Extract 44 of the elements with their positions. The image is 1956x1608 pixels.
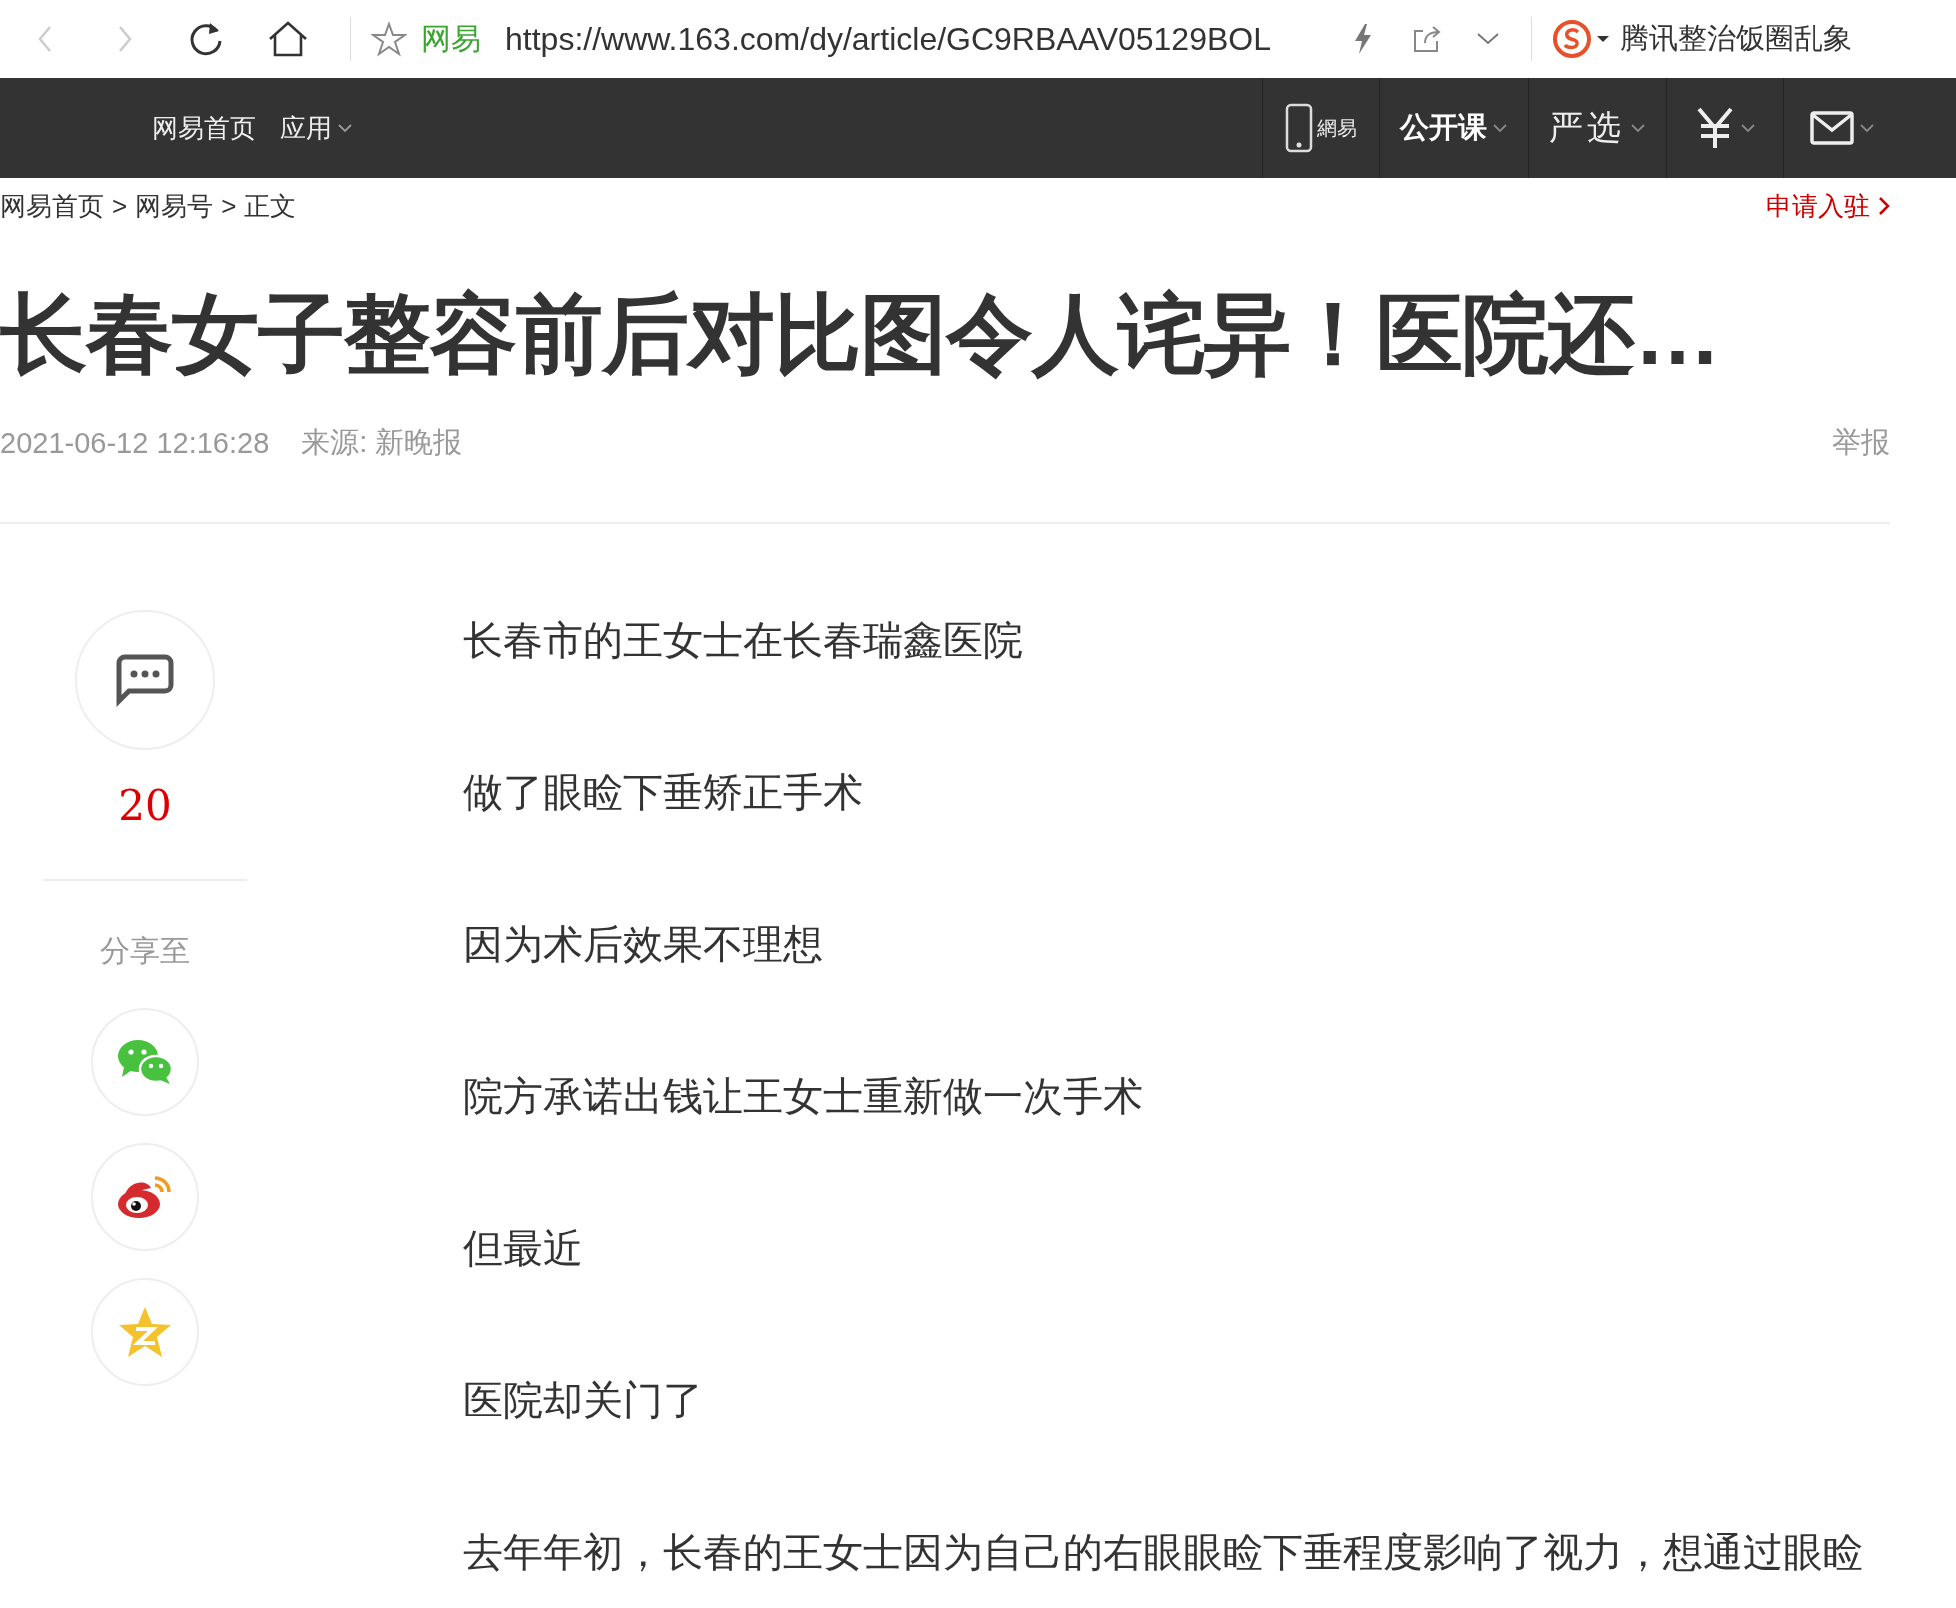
chevron-down-icon[interactable] bbox=[1475, 31, 1501, 47]
breadcrumb-link[interactable]: 网易首页 bbox=[0, 188, 104, 224]
chevron-down-icon bbox=[1858, 123, 1875, 133]
star-icon[interactable] bbox=[371, 21, 407, 57]
share-icon[interactable] bbox=[1411, 23, 1443, 55]
chevron-down-icon bbox=[1739, 123, 1756, 133]
publish-date: 2021-06-12 12:16:28 bbox=[0, 426, 270, 460]
article-source: 来源: 新晚报 bbox=[301, 425, 464, 460]
nav-link[interactable]: 应用 bbox=[280, 110, 353, 146]
breadcrumb-link[interactable]: 网易号 bbox=[135, 188, 214, 224]
paragraph: 做了眼睑下垂矫正手术 bbox=[463, 769, 864, 816]
share-button[interactable] bbox=[91, 1143, 199, 1251]
share-button[interactable] bbox=[91, 1008, 199, 1116]
breadcrumb-current: 正文 bbox=[244, 189, 297, 223]
comment-count: 20 bbox=[118, 781, 172, 830]
paragraph: 院方承诺出钱让王女士重新做一次手术 bbox=[463, 1073, 1144, 1120]
comment-button[interactable] bbox=[75, 610, 215, 750]
separator-text: > bbox=[112, 190, 128, 222]
course-menu[interactable]: 公开课 bbox=[1379, 78, 1528, 178]
paragraph: 因为术后效果不理想 bbox=[463, 921, 824, 968]
address-field[interactable]: https://www.163.com/dy/article/GC9RBAAV05129BOL bbox=[505, 20, 1305, 58]
search-field[interactable]: 腾讯整治饭圈乱象 bbox=[1620, 19, 1852, 59]
chevron-right-icon bbox=[1878, 196, 1890, 216]
caret-icon[interactable] bbox=[1596, 34, 1610, 44]
separator-text: > bbox=[221, 190, 237, 222]
paragraph: 但最近 bbox=[463, 1225, 584, 1272]
eye-logo-icon bbox=[117, 1174, 173, 1220]
apply-link[interactable]: 申请入驻 bbox=[1766, 188, 1890, 224]
search-engine-icon[interactable] bbox=[1552, 19, 1592, 59]
chevron-down-icon bbox=[1630, 123, 1646, 133]
app-label: 網易 bbox=[1317, 115, 1357, 141]
share-label: 分享至 bbox=[100, 933, 190, 969]
nav-link[interactable]: 网易首页 bbox=[152, 110, 256, 146]
chat-bubbles-icon bbox=[116, 1039, 174, 1085]
phone-icon bbox=[1285, 103, 1313, 153]
mail-icon bbox=[1809, 111, 1854, 145]
comment-icon bbox=[115, 653, 175, 707]
site-label: 网易 bbox=[421, 20, 481, 57]
paragraph: 去年年初，长春的王女士因为自己的右眼眼睑下垂程度影响了视力，想通过眼睑 bbox=[463, 1529, 1864, 1576]
paragraph: 长春市的王女士在长春瑞鑫医院 bbox=[463, 617, 1024, 664]
store-menu[interactable]: 严选 bbox=[1528, 78, 1666, 178]
paragraph: 医院却关门了 bbox=[463, 1377, 704, 1424]
chevron-down-icon bbox=[1492, 123, 1508, 133]
star-logo-icon bbox=[117, 1305, 173, 1359]
